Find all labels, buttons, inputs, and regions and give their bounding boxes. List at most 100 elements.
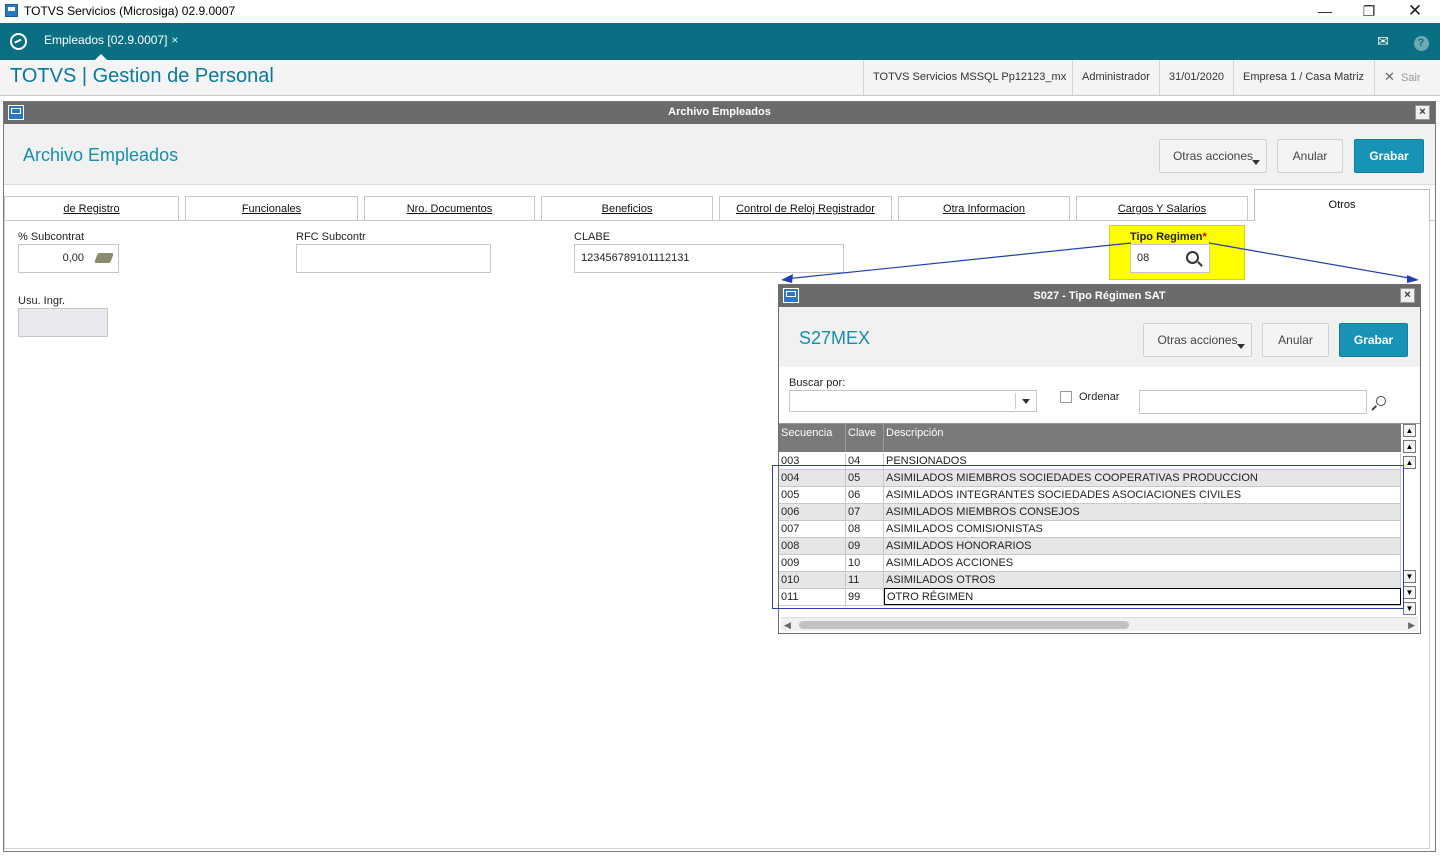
scroll-last-icon[interactable]: ▼ (1403, 602, 1416, 615)
search-by-select[interactable] (789, 390, 1037, 412)
tab-nro-documentos[interactable]: Nro. Documentos (364, 196, 535, 220)
minimize-button[interactable]: — (1302, 0, 1348, 23)
select-divider (1015, 393, 1016, 409)
cell-clave: 05 (846, 470, 884, 486)
cell-secuencia: 011 (779, 589, 846, 605)
tab-close-icon[interactable]: × (171, 33, 178, 47)
search-text-input[interactable] (1139, 390, 1367, 414)
scroll-up-icon[interactable]: ▲ (1403, 456, 1416, 469)
tab-cargos-y-salarios[interactable]: Cargos Y Salarios (1076, 196, 1248, 220)
server-info: TOTVS Servicios MSSQL Pp12123_mx (863, 60, 1075, 95)
lookup-dialog: S027 - Tipo Régimen SAT × S27MEX Otras a… (778, 284, 1421, 634)
cell-secuencia: 007 (779, 521, 846, 537)
close-window-button[interactable]: ✕ (1392, 0, 1438, 23)
table-row[interactable]: 009 10 ASIMILADOS ACCIONES (779, 555, 1401, 572)
regimen-label: Tipo Regimen* (1130, 231, 1207, 243)
form-title: Archivo Empleados (23, 145, 179, 165)
col-secuencia[interactable]: Secuencia (779, 424, 846, 452)
tab-empleados-label: Empleados [02.9.0007] (44, 33, 168, 47)
chevron-down-icon (1022, 399, 1030, 404)
cell-secuencia: 004 (779, 470, 846, 486)
tab-label: Otra Informacion (943, 203, 1025, 215)
usu-input (18, 308, 108, 337)
cell-clave: 07 (846, 504, 884, 520)
company-info: Empresa 1 / Casa Matriz (1233, 60, 1373, 95)
results-grid: Secuencia Clave Descripción 003 04 PENSION… (779, 423, 1420, 616)
dropdown-arrow-icon (1237, 344, 1245, 349)
module-header: TOTVS | Gestion de Personal TOTVS Servic… (0, 60, 1440, 96)
lookup-header: S27MEX Otras acciones Anular Grabar (779, 307, 1420, 367)
scroll-right-icon[interactable]: ▶ (1408, 620, 1415, 631)
cell-clave: 09 (846, 538, 884, 554)
cell-clave: 06 (846, 487, 884, 503)
col-clave[interactable]: Clave (846, 424, 884, 452)
window-titlebar: TOTVS Servicios (Microsiga) 02.9.0007 — … (0, 0, 1440, 23)
cancel-button[interactable]: Anular (1277, 139, 1343, 173)
scroll-first-icon[interactable]: ▲ (1403, 424, 1416, 437)
scroll-left-icon[interactable]: ◀ (784, 620, 791, 631)
lookup-save-button[interactable]: Grabar (1339, 323, 1408, 357)
tab-otros[interactable]: Otros (1254, 189, 1430, 221)
main-window-close-button[interactable]: × (1415, 105, 1430, 120)
tab-otra-informacion[interactable]: Otra Informacion (898, 196, 1070, 220)
table-row[interactable]: 005 06 ASIMILADOS INTEGRANTES SOCIEDADES A… (779, 487, 1401, 504)
tab-label: Nro. Documentos (406, 203, 493, 215)
subcontrat-input[interactable]: 0,00 (18, 244, 119, 273)
lookup-other-actions-button[interactable]: Otras acciones (1143, 323, 1252, 357)
cell-descripcion: ASIMILADOS HONORARIOS (884, 538, 1401, 554)
scroll-thumb[interactable] (799, 621, 1129, 629)
exit-button[interactable]: ✕ Sair (1374, 60, 1430, 95)
calculator-icon[interactable] (94, 253, 114, 263)
grid-body: 003 04 PENSIONADOS 004 05 ASIMILADOS MIEMBROS… (779, 453, 1401, 606)
cell-clave: 99 (846, 589, 884, 605)
scroll-page-down-icon[interactable]: ▼ (1403, 586, 1416, 599)
table-row[interactable]: 007 08 ASIMILADOS COMISIONISTAS (779, 521, 1401, 538)
exit-icon: ✕ (1384, 69, 1395, 84)
module-title: TOTVS | Gestion de Personal (10, 65, 274, 87)
main-window-titlebar: Archivo Empleados × (4, 102, 1435, 124)
totvs-logo-icon[interactable] (10, 33, 27, 50)
lookup-close-button[interactable]: × (1400, 288, 1415, 303)
order-label: Ordenar (1079, 391, 1120, 403)
cell-descripcion: ASIMILADOS OTROS (884, 572, 1401, 588)
table-row[interactable]: 006 07 ASIMILADOS MIEMBROS CONSEJOS (779, 504, 1401, 521)
cell-descripcion: ASIMILADOS MIEMBROS CONSEJOS (884, 504, 1401, 520)
tab-control-de-reloj[interactable]: Control de Reloj Registrador (719, 196, 892, 220)
order-checkbox[interactable] (1060, 391, 1072, 403)
grid-header: Secuencia Clave Descripción (779, 424, 1401, 452)
scroll-page-up-icon[interactable]: ▲ (1403, 440, 1416, 453)
search-icon-handle (1197, 261, 1203, 267)
tab-label: Beneficios (601, 203, 653, 215)
table-row[interactable]: 011 99 OTRO RÉGIMEN (779, 588, 1401, 606)
search-icon-lens (1376, 396, 1386, 406)
mail-icon[interactable]: ✉ (1370, 30, 1396, 54)
tab-empleados[interactable]: Empleados [02.9.0007] × (36, 23, 186, 60)
window-title: TOTVS Servicios (Microsiga) 02.9.0007 (24, 4, 236, 18)
table-row[interactable]: 010 11 ASIMILADOS OTROS (779, 572, 1401, 589)
table-row[interactable]: 008 09 ASIMILADOS HONORARIOS (779, 538, 1401, 555)
table-row[interactable]: 004 05 ASIMILADOS MIEMBROS SOCIEDADES COOP… (779, 470, 1401, 487)
vertical-scrollbar[interactable]: ▲ ▲ ▲ ▼ ▼ ▼ (1403, 424, 1417, 616)
tab-de-registro[interactable]: de Registro (4, 196, 179, 220)
tab-label: Funcionales (241, 203, 302, 215)
cell-descripcion: ASIMILADOS COMISIONISTAS (884, 521, 1401, 537)
rfc-input[interactable] (296, 244, 491, 273)
restore-button[interactable]: ❐ (1346, 0, 1392, 23)
search-icon[interactable] (1370, 395, 1388, 413)
form-header: Archivo Empleados Otras acciones Anular … (4, 124, 1435, 185)
help-icon[interactable]: ? (1408, 30, 1434, 54)
col-descripcion[interactable]: Descripción (884, 424, 1401, 452)
save-button[interactable]: Grabar (1354, 139, 1424, 173)
scroll-down-icon[interactable]: ▼ (1403, 570, 1416, 583)
usu-label: Usu. Ingr. (18, 295, 66, 307)
tab-label: Control de Reloj Registrador (736, 203, 875, 215)
other-actions-button[interactable]: Otras acciones (1159, 139, 1267, 173)
table-row[interactable]: 003 04 PENSIONADOS (779, 453, 1401, 470)
regimen-input[interactable]: 08 (1130, 244, 1210, 273)
tab-funcionales[interactable]: Funcionales (185, 196, 358, 220)
lookup-cancel-button[interactable]: Anular (1262, 323, 1329, 357)
horizontal-scrollbar[interactable]: ◀ ▶ (781, 617, 1418, 631)
tab-beneficios[interactable]: Beneficios (541, 196, 713, 220)
cell-descripcion: ASIMILADOS ACCIONES (884, 555, 1401, 571)
clabe-input[interactable]: 123456789101112131 (574, 244, 844, 273)
